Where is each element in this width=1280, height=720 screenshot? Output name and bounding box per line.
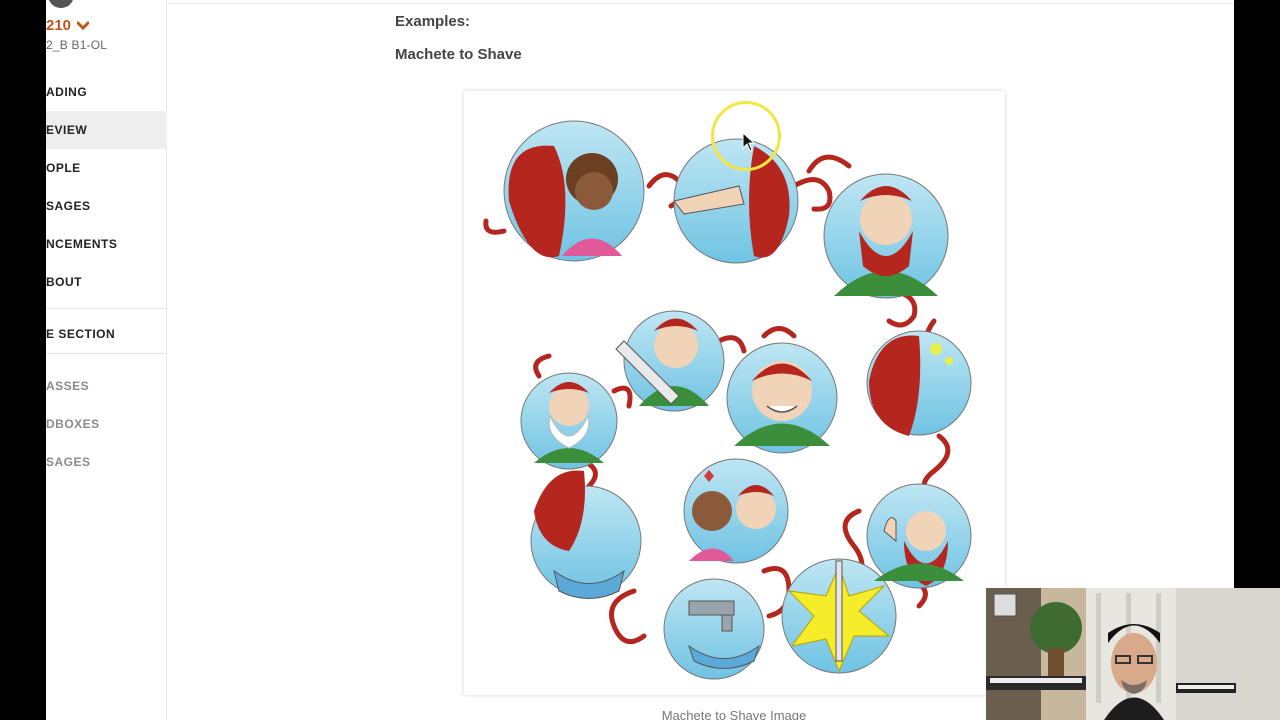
panel-couple-kiss: [683, 458, 789, 564]
panel-man-and-woman: [503, 120, 645, 262]
machete-to-shave-image: [464, 91, 1005, 695]
course-subtitle: 2_B B1-OL: [46, 38, 108, 52]
comic-illustration: [483, 120, 972, 680]
panel-sword-burst: [781, 558, 897, 674]
nav-item-messages[interactable]: SAGES: [46, 187, 167, 225]
nav-item-reading[interactable]: ADING: [46, 73, 167, 111]
panel-clean-shaven-man: [726, 342, 838, 454]
panel-washing-face: [530, 470, 642, 599]
panel-faucet-bowl: [663, 578, 765, 680]
nav-item-about[interactable]: BOUT: [46, 263, 167, 301]
nav-item-overview[interactable]: EVIEW: [46, 111, 167, 149]
content-divider: [168, 3, 1234, 4]
nav-divider: [46, 353, 167, 354]
section-title: Machete to Shave: [395, 46, 522, 63]
nav-item-people[interactable]: OPLE: [46, 149, 167, 187]
course-sidebar: 210 2_B B1-OL ADING EVIEW OPLE SAGES NCE…: [46, 0, 167, 720]
panel-bearded-man-green: [823, 173, 949, 299]
nav-item-section[interactable]: E SECTION: [46, 315, 167, 353]
letterbox-left: [0, 0, 46, 720]
webcam-overlay: [986, 588, 1280, 720]
image-caption: Machete to Shave Image: [661, 708, 807, 720]
panel-thumbs-up: [866, 483, 972, 589]
panel-bearded-man-thinking: [866, 330, 972, 436]
course-code: 210: [46, 17, 72, 34]
course-switcher[interactable]: 210: [46, 17, 90, 34]
mouse-pointer-icon: [742, 132, 756, 152]
nav-item-sub-messages[interactable]: SAGES: [46, 443, 167, 481]
webcam-feed: [986, 588, 1280, 720]
nav-item-classes[interactable]: ASSES: [46, 367, 167, 405]
avatar[interactable]: [48, 0, 74, 8]
examples-label: Examples:: [395, 13, 471, 30]
nav-divider: [46, 308, 167, 309]
chevron-down-icon: [77, 21, 90, 30]
nav-item-announcements[interactable]: NCEMENTS: [46, 225, 167, 263]
panel-shaving-cream: [520, 372, 618, 470]
nav-item-dropboxes[interactable]: DBOXES: [46, 405, 167, 443]
